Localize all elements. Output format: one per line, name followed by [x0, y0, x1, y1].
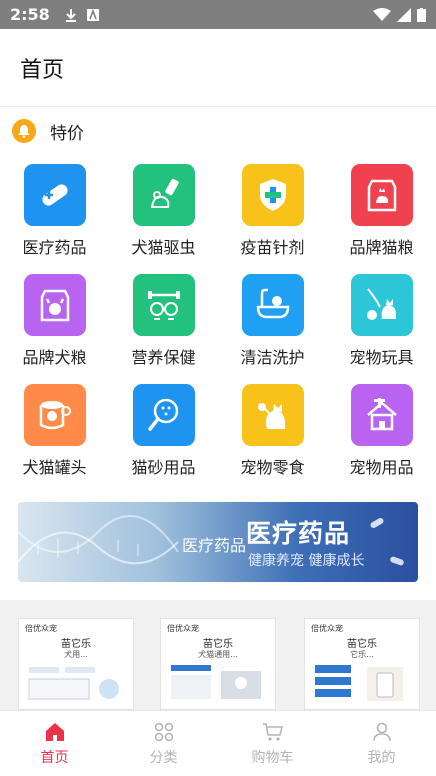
wifi-icon: [373, 7, 391, 21]
category-item-deworming[interactable]: 犬猫驱虫: [109, 164, 218, 274]
page-header: 首页: [0, 29, 436, 107]
product-brand: 倍优众宠: [25, 624, 57, 633]
product-name: 苗它乐: [347, 639, 377, 650]
product-image: [28, 667, 119, 700]
pill-icon: [23, 164, 86, 226]
category-label: 医疗药品: [22, 238, 87, 257]
product-image: [315, 665, 403, 701]
tab-label: 首页: [40, 749, 69, 766]
bug-spray-icon: [132, 164, 195, 226]
category-item-canned[interactable]: 犬猫罐头: [0, 384, 109, 494]
app-notification-icon: [86, 8, 99, 21]
page-title: 首页: [20, 57, 65, 83]
product-image: [171, 665, 261, 699]
download-icon: [65, 8, 76, 22]
category-item-cat-food[interactable]: 品牌猫粮: [327, 164, 436, 274]
category-grid: 医疗药品 犬猫驱虫 疫苗针剂 品牌猫粮 品牌犬粮 营养保健 清洁洗护 宠物玩具 …: [0, 164, 436, 494]
user-icon: [372, 722, 391, 741]
category-label: 犬猫罐头: [22, 458, 87, 477]
product-card[interactable]: 倍优众宠 苗它乐 它乐...: [304, 618, 420, 710]
category-label: 品牌猫粮: [349, 238, 414, 257]
product-brand: 倍优众宠: [167, 624, 199, 633]
cat-toy-icon: [350, 274, 413, 336]
category-item-medicine[interactable]: 医疗药品: [0, 164, 109, 274]
product-name: 苗它乐: [61, 639, 91, 650]
vaccine-shield-icon: [241, 164, 304, 226]
dog-food-icon: [23, 274, 86, 336]
product-desc: 犬用...: [64, 650, 88, 659]
category-label: 猫砂用品: [131, 458, 196, 477]
banner-title: 医疗药品: [246, 519, 351, 548]
tab-label: 购物车: [251, 749, 294, 766]
cat-treat-icon: [241, 384, 304, 446]
tab-category[interactable]: 分类: [109, 711, 218, 776]
category-item-grooming[interactable]: 清洁洗护: [218, 274, 327, 384]
cart-icon: [262, 722, 283, 741]
bathtub-icon: [241, 274, 304, 336]
category-label: 品牌犬粮: [22, 348, 87, 367]
category-label: 宠物玩具: [349, 348, 414, 367]
cat-tree-icon: [350, 384, 413, 446]
status-bar: 2:58: [0, 0, 436, 29]
grid-icon: [154, 722, 173, 741]
section-label: 特价: [50, 123, 84, 144]
category-item-nutrition[interactable]: 营养保健: [109, 274, 218, 384]
category-label: 犬猫驱虫: [131, 238, 196, 257]
category-label: 宠物零食: [240, 458, 305, 477]
category-label: 营养保健: [131, 348, 196, 367]
special-offer-header[interactable]: 特价: [0, 108, 436, 154]
dumbbell-dogs-icon: [132, 274, 195, 336]
status-time: 2:58: [10, 5, 50, 24]
can-icon: [23, 384, 86, 446]
tab-label: 我的: [367, 749, 396, 766]
category-label: 宠物用品: [349, 458, 414, 477]
category-item-dog-food[interactable]: 品牌犬粮: [0, 274, 109, 384]
category-item-treats[interactable]: 宠物零食: [218, 384, 327, 494]
product-list: 倍优众宠 苗它乐 犬用... 倍优众宠 苗它乐 犬猫通用... 倍优众宠 苗它乐…: [0, 600, 436, 710]
product-brand: 倍优众宠: [311, 624, 343, 633]
promo-banner[interactable]: 医疗药品 医疗药品 健康养宠 健康成长: [18, 502, 418, 582]
product-name: 苗它乐: [203, 639, 233, 650]
product-desc: 它乐...: [350, 650, 374, 659]
category-label: 清洁洗护: [240, 348, 305, 367]
category-item-litter[interactable]: 猫砂用品: [109, 384, 218, 494]
litter-scoop-icon: [132, 384, 195, 446]
battery-icon: [417, 7, 426, 22]
product-card[interactable]: 倍优众宠 苗它乐 犬猫通用...: [160, 618, 276, 710]
banner-slogan: 健康养宠 健康成长: [248, 553, 365, 569]
category-label: 疫苗针剂: [240, 238, 305, 257]
product-card[interactable]: 倍优众宠 苗它乐 犬用...: [18, 618, 134, 710]
category-item-toys[interactable]: 宠物玩具: [327, 274, 436, 384]
banner-subtitle: 医疗药品: [182, 536, 247, 555]
tab-cart[interactable]: 购物车: [218, 711, 327, 776]
tab-profile[interactable]: 我的: [327, 711, 436, 776]
bell-icon: [12, 119, 36, 143]
bottom-tab-bar: 首页 分类 购物车 我的: [0, 710, 436, 776]
category-item-vaccine[interactable]: 疫苗针剂: [218, 164, 327, 274]
category-item-supplies[interactable]: 宠物用品: [327, 384, 436, 494]
signal-icon: [397, 7, 411, 22]
cat-food-icon: [350, 164, 413, 226]
tab-label: 分类: [149, 749, 178, 766]
home-icon: [45, 722, 64, 741]
product-desc: 犬猫通用...: [198, 650, 238, 659]
tab-home[interactable]: 首页: [0, 711, 109, 776]
